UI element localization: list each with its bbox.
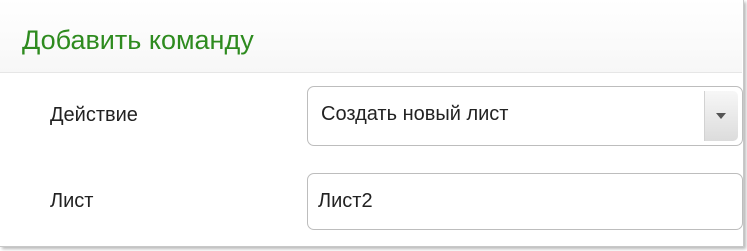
panel-title: Добавить команду: [22, 25, 254, 55]
action-select-value: Создать новый лист: [321, 103, 509, 125]
action-select[interactable]: Создать новый лист: [307, 86, 743, 146]
sheet-name-input[interactable]: [307, 173, 743, 230]
chevron-down-icon: [716, 113, 726, 119]
action-label: Действие: [50, 104, 138, 126]
add-command-panel: Добавить команду Действие Создать новый …: [0, 0, 744, 247]
action-dropdown-button[interactable]: [704, 91, 738, 141]
sheet-label: Лист: [50, 190, 94, 212]
panel-header: Добавить команду: [0, 0, 742, 73]
